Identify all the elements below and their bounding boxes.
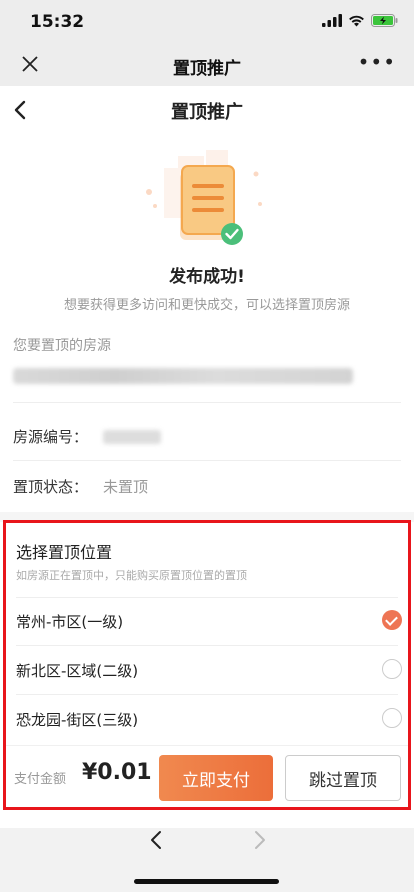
- pay-amount-label: 支付金额: [14, 772, 67, 787]
- placement-subtitle: 如房源正在置顶中，只能购买原置顶位置的置顶: [16, 569, 247, 582]
- radio-checked-icon[interactable]: [382, 610, 402, 630]
- listing-id-label: 房源编号：: [13, 428, 89, 446]
- pay-amount: ¥0.01: [82, 760, 152, 785]
- page-nav: 置顶推广: [0, 86, 414, 134]
- success-title: 发布成功!: [169, 267, 245, 287]
- radio-unchecked-icon[interactable]: [382, 708, 402, 728]
- status-time: 15:32: [30, 12, 85, 32]
- listing-section-label: 您要置顶的房源: [13, 338, 111, 354]
- signal-icon: [322, 14, 342, 27]
- wechat-title: 置顶推广: [173, 59, 241, 79]
- pay-now-button[interactable]: 立即支付: [159, 755, 273, 801]
- placement-option-block[interactable]: 恐龙园-街区(三级): [16, 695, 402, 743]
- listing-address-blurred: [13, 368, 353, 384]
- option-label: 新北区-区域(二级): [16, 662, 139, 680]
- option-label: 恐龙园-街区(三级): [16, 711, 139, 729]
- status-icons: [322, 14, 398, 27]
- back-arrow-icon[interactable]: [146, 828, 168, 852]
- forward-arrow-icon[interactable]: [248, 828, 270, 852]
- success-illustration: [146, 150, 262, 245]
- pin-status-label: 置顶状态：: [13, 478, 89, 496]
- radio-unchecked-icon[interactable]: [382, 659, 402, 679]
- page-content: 置顶推广 发布成功! 想要获得更多访问和更快成交，可以选择置顶房源 您要置顶的房…: [0, 86, 414, 828]
- placement-option-district[interactable]: 新北区-区域(二级): [16, 646, 402, 694]
- divider: [13, 402, 401, 403]
- wifi-icon: [349, 15, 364, 27]
- wechat-titlebar: 置顶推广 •••: [0, 44, 414, 86]
- home-indicator: [134, 879, 279, 884]
- skip-pin-button[interactable]: 跳过置顶: [285, 755, 401, 801]
- placement-panel: 选择置顶位置 如房源正在置顶中，只能购买原置顶位置的置顶 常州-市区(一级) 新…: [3, 520, 411, 810]
- success-subtitle: 想要获得更多访问和更快成交，可以选择置顶房源: [63, 298, 350, 313]
- page-title: 置顶推广: [171, 102, 243, 123]
- listing-id-blurred: [103, 430, 161, 444]
- payment-bar: 支付金额 ¥0.01 立即支付 跳过置顶: [6, 745, 408, 807]
- option-label: 常州-市区(一级): [16, 613, 124, 631]
- divider: [13, 460, 401, 461]
- battery-icon: [371, 14, 398, 27]
- bottom-toolbar: [0, 828, 414, 892]
- placement-title: 选择置顶位置: [16, 543, 113, 562]
- more-icon[interactable]: •••: [358, 50, 396, 74]
- status-bar: 15:32: [0, 0, 414, 44]
- placement-option-city[interactable]: 常州-市区(一级): [16, 597, 402, 645]
- pin-status-value: 未置顶: [103, 478, 149, 496]
